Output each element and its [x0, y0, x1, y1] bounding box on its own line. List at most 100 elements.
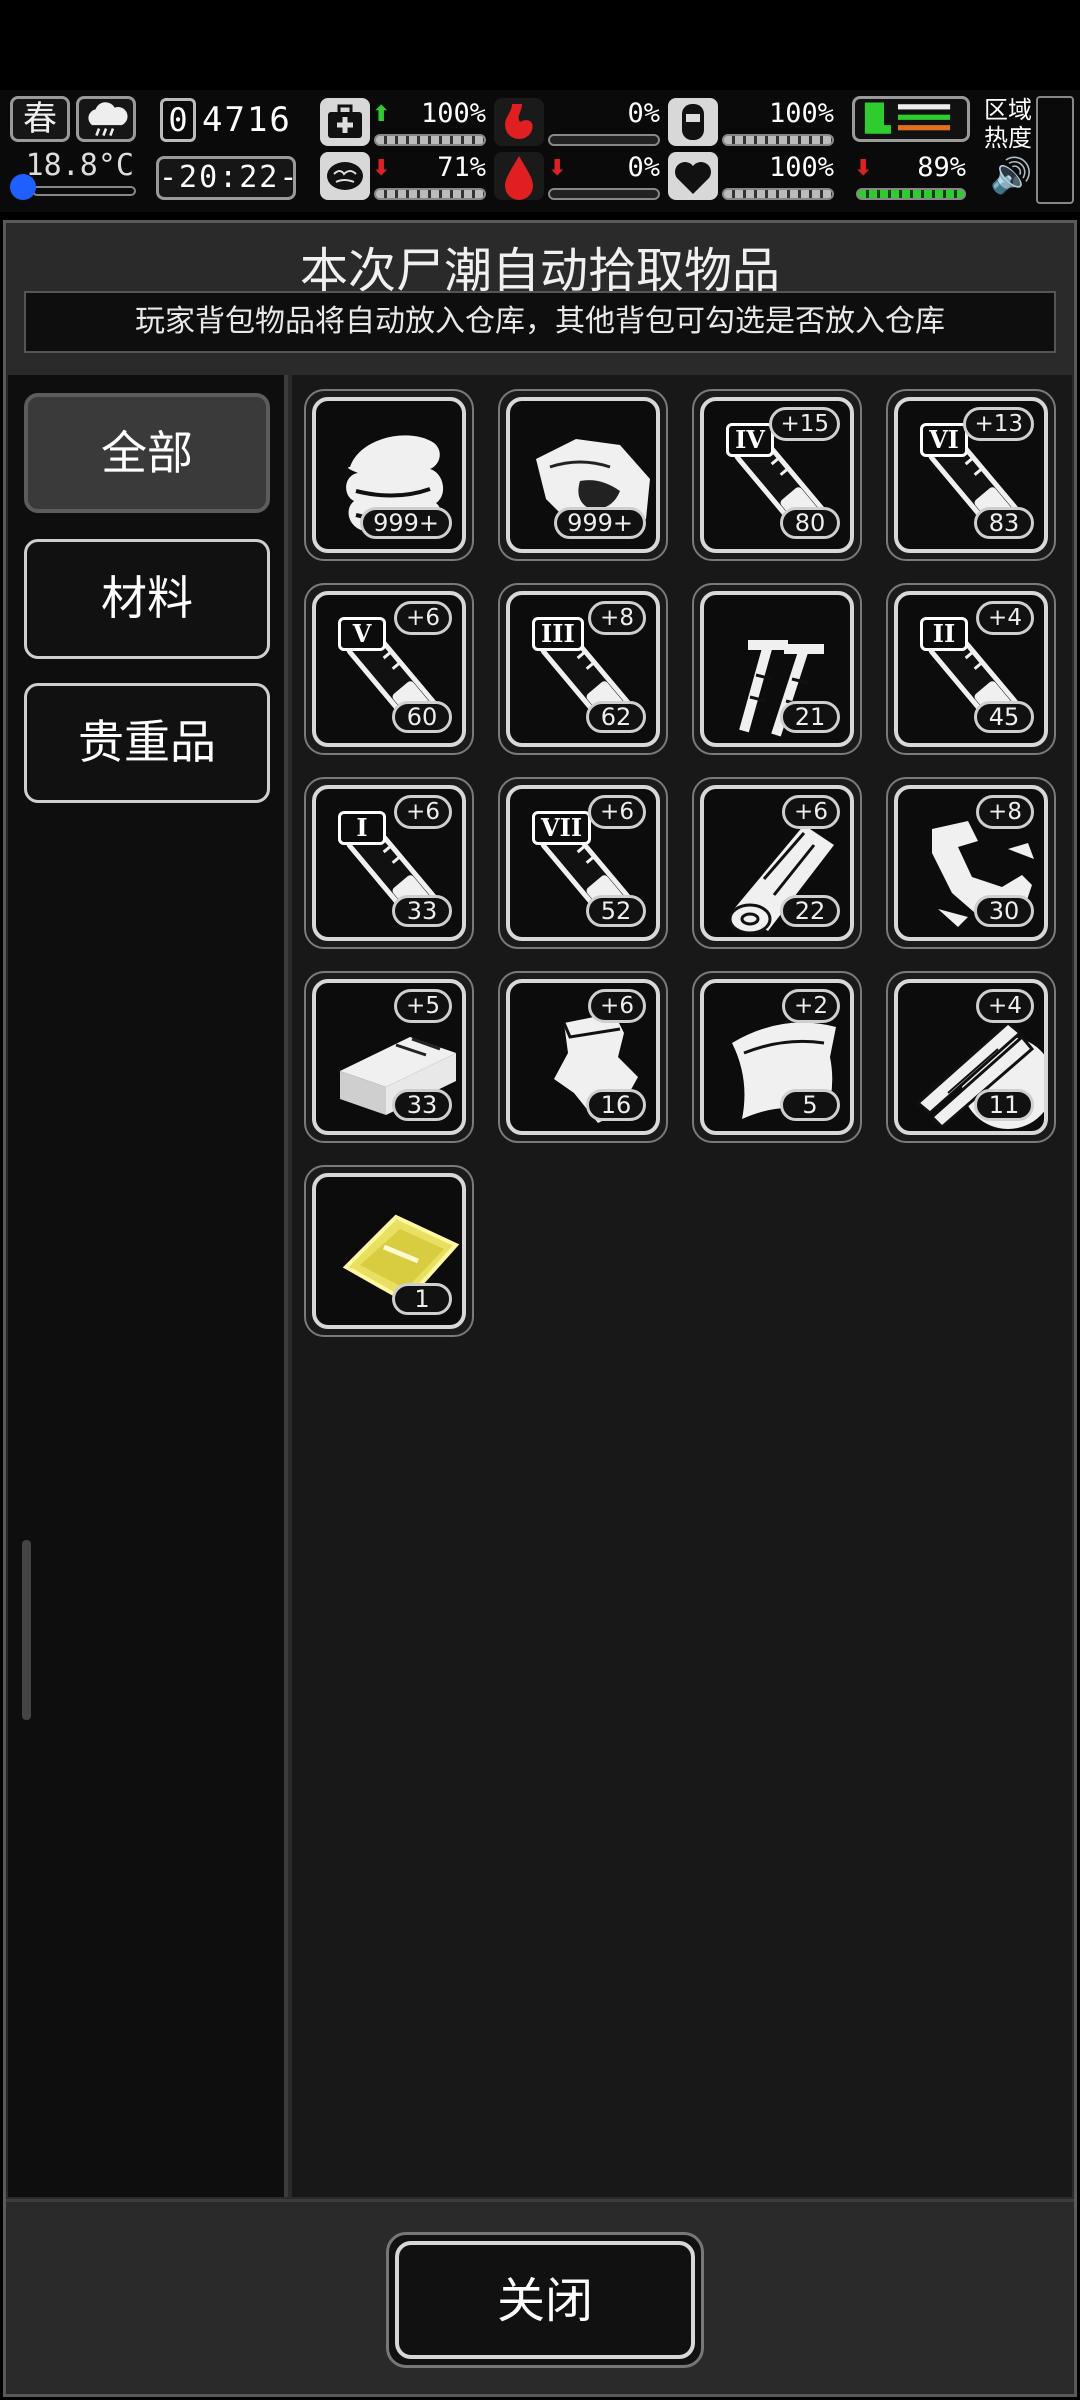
sidebar-scrollbar[interactable] — [22, 1540, 31, 1720]
item-quantity: 999+ — [554, 507, 646, 539]
item-frame: III +8 62 — [506, 591, 660, 747]
stat-value: 71% — [437, 152, 486, 183]
stat-bar — [856, 188, 966, 200]
temperature-bar — [32, 186, 136, 196]
item-slot[interactable]: 21 — [692, 583, 862, 755]
item-frame: VII +6 52 — [506, 785, 660, 941]
item-frame: +2 5 — [700, 979, 854, 1135]
item-slot[interactable]: +2 5 — [692, 971, 862, 1143]
category-valuables[interactable]: 贵重品 — [24, 683, 270, 803]
stat-value: 100% — [768, 98, 834, 129]
item-frame: +5 33 — [312, 979, 466, 1135]
item-frame: V +6 60 — [312, 591, 466, 747]
stat-value: 100% — [420, 98, 486, 129]
stat-value: 89% — [917, 152, 966, 183]
temperature-value: 18.8°C — [25, 148, 134, 183]
stat-mood[interactable]: 100% — [668, 152, 838, 202]
stat-hunger[interactable]: 0% — [494, 98, 664, 148]
stat-sanity[interactable]: ⬇ 71% — [320, 152, 490, 202]
boot-icon — [864, 102, 951, 134]
stat-hydration[interactable]: 100% — [668, 98, 838, 148]
day-counter: 0 4716 — [158, 96, 290, 144]
item-quantity: 21 — [780, 701, 840, 733]
item-frame: 21 — [700, 591, 854, 747]
temperature-gauge: 18.8°C — [10, 148, 140, 200]
item-tier-label: VII — [532, 811, 592, 845]
item-slot[interactable]: 999+ — [304, 389, 474, 561]
item-slot[interactable]: VII +6 52 — [498, 777, 668, 949]
day-number: 4716 — [202, 100, 292, 140]
dialog-subtitle: 玩家背包物品将自动放入仓库，其他背包可勾选是否放入仓库 — [24, 291, 1056, 353]
item-bonus-badge: +4 — [976, 989, 1034, 1023]
item-quantity: 16 — [586, 1089, 646, 1121]
item-quantity: 1 — [392, 1283, 452, 1315]
weather-icon[interactable] — [76, 96, 136, 142]
season-indicator[interactable]: 春 — [10, 96, 70, 142]
category-materials[interactable]: 材料 — [24, 539, 270, 659]
close-button-label: 关闭 — [395, 2241, 695, 2359]
item-tier-label: VI — [920, 423, 968, 457]
first-aid-kit-icon — [320, 98, 370, 146]
status-hud: 春 18.8°C 0 4716 -20:22- ⬆ 100% 0% 100% ⬇… — [0, 90, 1080, 212]
item-slot[interactable]: III +8 62 — [498, 583, 668, 755]
item-slot[interactable]: VI +13 83 — [886, 389, 1056, 561]
item-slot[interactable]: 999+ — [498, 389, 668, 561]
item-frame: 1 — [312, 1173, 466, 1329]
category-all[interactable]: 全部 — [24, 393, 270, 513]
region-heat-label: 区域 热度 — [984, 96, 1034, 152]
item-quantity: 33 — [392, 895, 452, 927]
item-slot[interactable]: +8 30 — [886, 777, 1056, 949]
item-bonus-badge: +6 — [394, 601, 452, 635]
item-quantity: 5 — [780, 1089, 840, 1121]
heart-icon — [668, 152, 718, 200]
stat-bar — [374, 188, 486, 200]
item-frame: +6 16 — [506, 979, 660, 1135]
item-frame: VI +13 83 — [894, 397, 1048, 553]
stat-value: 0% — [627, 98, 660, 129]
close-button[interactable]: 关闭 — [386, 2232, 704, 2368]
item-quantity: 62 — [586, 701, 646, 733]
item-quantity: 45 — [974, 701, 1034, 733]
item-slot[interactable]: V +6 60 — [304, 583, 474, 755]
item-quantity: 80 — [780, 507, 840, 539]
item-tier-label: IV — [726, 423, 774, 457]
item-frame: 999+ — [506, 397, 660, 553]
item-slot[interactable]: +6 22 — [692, 777, 862, 949]
item-slot[interactable]: II +4 45 — [886, 583, 1056, 755]
item-quantity: 60 — [392, 701, 452, 733]
item-frame: +8 30 — [894, 785, 1048, 941]
region-heat-meter — [1036, 96, 1074, 204]
stomach-icon — [494, 98, 544, 146]
item-quantity: 52 — [586, 895, 646, 927]
item-bonus-badge: +6 — [588, 795, 646, 829]
stat-bar — [722, 134, 834, 146]
brain-icon — [320, 152, 370, 200]
item-slot[interactable]: IV +15 80 — [692, 389, 862, 561]
item-slot[interactable]: +4 11 — [886, 971, 1056, 1143]
item-slot[interactable]: 1 — [304, 1165, 474, 1337]
item-frame: I +6 33 — [312, 785, 466, 941]
stat-stamina[interactable]: ⬇ 89% — [852, 152, 970, 202]
item-frame: +4 11 — [894, 979, 1048, 1135]
arrow-down-icon: ⬇ — [854, 156, 873, 181]
speaker-icon[interactable]: 🔊 — [990, 156, 1032, 196]
stat-bleeding[interactable]: ⬇ 0% — [494, 152, 664, 202]
item-bonus-badge: +8 — [976, 795, 1034, 829]
item-slot[interactable]: +5 33 — [304, 971, 474, 1143]
item-bonus-badge: +2 — [782, 989, 840, 1023]
stat-bar — [548, 134, 660, 146]
item-tier-label: I — [338, 811, 386, 845]
item-tier-label: II — [920, 617, 968, 651]
stamina-indicator[interactable] — [852, 96, 970, 142]
item-slot[interactable]: +6 16 — [498, 971, 668, 1143]
arrow-down-icon: ⬇ — [372, 156, 391, 181]
stat-value: 0% — [627, 152, 660, 183]
item-bonus-badge: +13 — [963, 407, 1034, 441]
blood-drop-icon — [494, 152, 544, 200]
stat-value: 100% — [768, 152, 834, 183]
item-frame: 999+ — [312, 397, 466, 553]
item-slot[interactable]: I +6 33 — [304, 777, 474, 949]
item-quantity: 30 — [974, 895, 1034, 927]
item-bonus-badge: +6 — [588, 989, 646, 1023]
stat-health[interactable]: ⬆ 100% — [320, 98, 490, 148]
